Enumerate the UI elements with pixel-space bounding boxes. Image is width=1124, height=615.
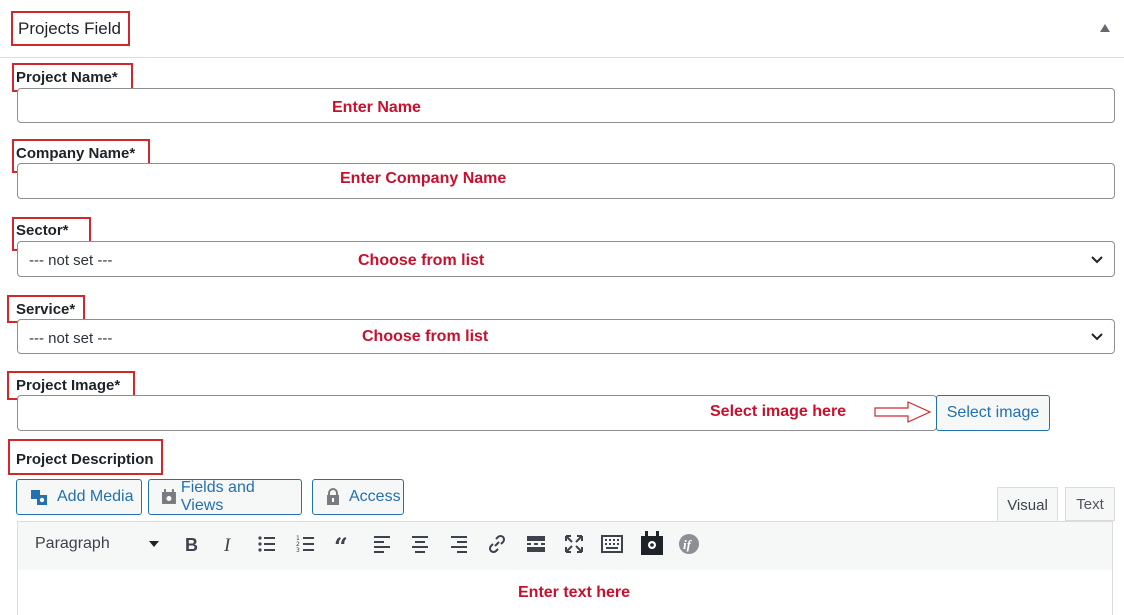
editor-hint: Enter text here <box>518 584 631 601</box>
sector-label: Sector* <box>16 222 69 239</box>
format-select[interactable]: Paragraph <box>26 530 166 558</box>
company-name-label: Company Name* <box>16 145 136 162</box>
project-description-label: Project Description <box>16 451 154 468</box>
bold-icon[interactable]: B <box>180 533 202 555</box>
header-divider <box>0 57 1124 58</box>
blockquote-icon[interactable]: “ <box>333 533 355 555</box>
project-image-label: Project Image* <box>16 377 121 394</box>
tab-visual[interactable]: Visual <box>997 487 1058 522</box>
company-name-input[interactable] <box>17 163 1115 199</box>
fields-icon[interactable] <box>640 530 664 556</box>
project-name-input[interactable] <box>17 88 1115 123</box>
align-center-icon[interactable] <box>409 533 431 555</box>
fields-and-views-label: Fields and Views <box>180 479 255 514</box>
conditional-icon[interactable]: if <box>678 533 700 555</box>
tab-text[interactable]: Text <box>1065 487 1115 521</box>
project-image-hint: Select image here <box>710 403 847 420</box>
svg-text:“: “ <box>334 533 348 555</box>
add-media-label: Add Media <box>57 488 134 505</box>
link-icon[interactable] <box>486 533 508 555</box>
caret-down-icon <box>149 541 159 547</box>
chevron-down-icon <box>1091 256 1103 264</box>
calendar-icon <box>161 489 176 504</box>
service-selected-value: --- not set --- <box>29 330 113 347</box>
svg-text:3: 3 <box>296 547 300 554</box>
access-button[interactable]: Access <box>312 479 404 515</box>
fullscreen-icon[interactable] <box>563 533 585 555</box>
select-image-button-label: Select image <box>946 404 1040 421</box>
lock-icon <box>327 488 339 505</box>
svg-text:I: I <box>223 535 232 555</box>
format-select-value: Paragraph <box>35 535 110 552</box>
sector-hint: Choose from list <box>358 252 485 269</box>
tab-visual-label: Visual <box>1007 496 1048 514</box>
svg-text:B: B <box>185 535 198 555</box>
sector-select[interactable] <box>17 241 1115 277</box>
company-name-hint: Enter Company Name <box>340 170 507 187</box>
project-name-hint: Enter Name <box>332 99 421 116</box>
numbered-list-icon[interactable]: 1 2 3 <box>295 533 317 555</box>
keyboard-icon[interactable] <box>601 533 623 555</box>
add-media-button[interactable]: Add Media <box>16 479 142 515</box>
read-more-icon[interactable] <box>525 533 547 555</box>
italic-icon[interactable]: I <box>218 533 240 555</box>
project-name-label: Project Name* <box>16 69 118 86</box>
panel-title: Projects Field <box>18 19 121 38</box>
fields-and-views-button[interactable]: Fields and Views <box>148 479 302 515</box>
arrow-right-icon <box>874 401 932 423</box>
service-select[interactable] <box>17 319 1115 354</box>
select-image-button[interactable]: Select image <box>936 395 1050 431</box>
chevron-down-icon <box>1091 333 1103 341</box>
service-label: Service* <box>16 301 76 318</box>
align-left-icon[interactable] <box>371 533 393 555</box>
tab-text-label: Text <box>1076 495 1104 513</box>
sector-selected-value: --- not set --- <box>29 252 113 269</box>
service-hint: Choose from list <box>362 328 489 345</box>
media-icon <box>31 490 47 505</box>
access-label: Access <box>349 488 401 505</box>
bullet-list-icon[interactable] <box>256 533 278 555</box>
triangle-up-icon[interactable] <box>1099 23 1111 33</box>
align-right-icon[interactable] <box>448 533 470 555</box>
